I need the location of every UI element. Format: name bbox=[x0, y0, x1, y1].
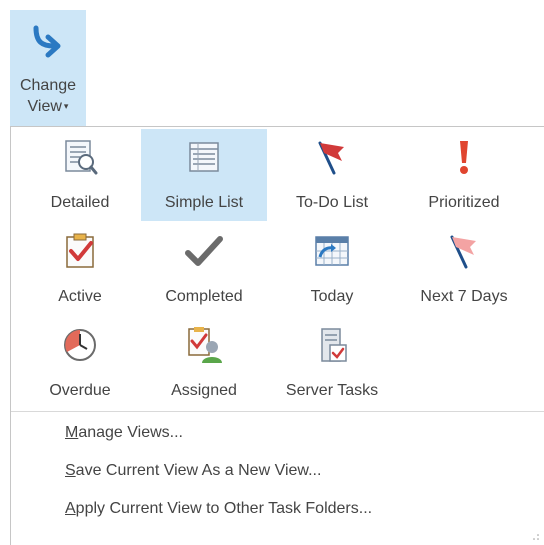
simple-list-icon bbox=[184, 137, 224, 177]
resize-grip-icon[interactable] bbox=[532, 533, 540, 541]
view-label: Completed bbox=[165, 288, 243, 305]
checkmark-icon bbox=[184, 231, 224, 271]
view-gallery: Detailed Simple List To-Do List Prioriti… bbox=[11, 127, 544, 411]
view-server-tasks[interactable]: Server Tasks bbox=[269, 317, 395, 409]
view-label: Today bbox=[310, 288, 354, 305]
server-tasks-icon bbox=[312, 325, 352, 365]
view-prioritized[interactable]: Prioritized bbox=[401, 129, 527, 221]
view-next-7-days[interactable]: Next 7 Days bbox=[401, 223, 527, 315]
calendar-arrow-icon bbox=[312, 231, 352, 271]
view-completed[interactable]: Completed bbox=[141, 223, 267, 315]
view-today[interactable]: Today bbox=[269, 223, 395, 315]
change-view-button[interactable]: Change View ▾ bbox=[10, 10, 86, 126]
menu-accelerator: M bbox=[65, 424, 79, 441]
view-label: Overdue bbox=[49, 382, 111, 399]
assigned-person-icon bbox=[184, 325, 224, 365]
menu-accelerator: A bbox=[65, 500, 76, 517]
todo-flag-icon bbox=[312, 137, 352, 177]
save-view-item[interactable]: Save Current View As a New View... bbox=[65, 456, 321, 486]
detailed-view-icon bbox=[60, 137, 100, 177]
change-view-label-line1: Change bbox=[19, 77, 77, 94]
view-label: Prioritized bbox=[428, 194, 500, 211]
pink-flag-icon bbox=[444, 231, 484, 271]
exclamation-icon bbox=[444, 137, 484, 177]
view-label: Detailed bbox=[50, 194, 110, 211]
clock-icon bbox=[60, 325, 100, 365]
view-detailed[interactable]: Detailed bbox=[17, 129, 143, 221]
change-view-label: Change View ▾ bbox=[20, 76, 76, 117]
apply-view-item[interactable]: Apply Current View to Other Task Folders… bbox=[65, 494, 372, 524]
menu-item-label: ave Current View As a New View... bbox=[75, 462, 322, 479]
view-label: Assigned bbox=[171, 382, 237, 399]
menu-accelerator: S bbox=[65, 462, 76, 479]
menu-divider bbox=[11, 411, 544, 412]
menu-item-label: pply Current View to Other Task Folders.… bbox=[75, 500, 373, 517]
view-todo-list[interactable]: To-Do List bbox=[269, 129, 395, 221]
view-overdue[interactable]: Overdue bbox=[17, 317, 143, 409]
view-simple-list[interactable]: Simple List bbox=[141, 129, 267, 221]
view-label: Simple List bbox=[164, 194, 244, 211]
change-view-label-line2: View bbox=[27, 98, 62, 115]
view-label: Active bbox=[58, 288, 102, 305]
manage-views-item[interactable]: Manage Views... bbox=[65, 418, 183, 448]
clipboard-check-icon bbox=[60, 231, 100, 271]
view-label: Next 7 Days bbox=[420, 288, 508, 305]
chevron-down-icon: ▾ bbox=[63, 101, 69, 111]
view-active[interactable]: Active bbox=[17, 223, 143, 315]
change-view-arrow-icon bbox=[33, 25, 61, 58]
view-assigned[interactable]: Assigned bbox=[141, 317, 267, 409]
change-view-dropdown: Detailed Simple List To-Do List Prioriti… bbox=[10, 126, 544, 545]
view-label: To-Do List bbox=[295, 194, 369, 211]
menu-item-label: anage Views... bbox=[78, 424, 183, 441]
view-label: Server Tasks bbox=[285, 382, 379, 399]
